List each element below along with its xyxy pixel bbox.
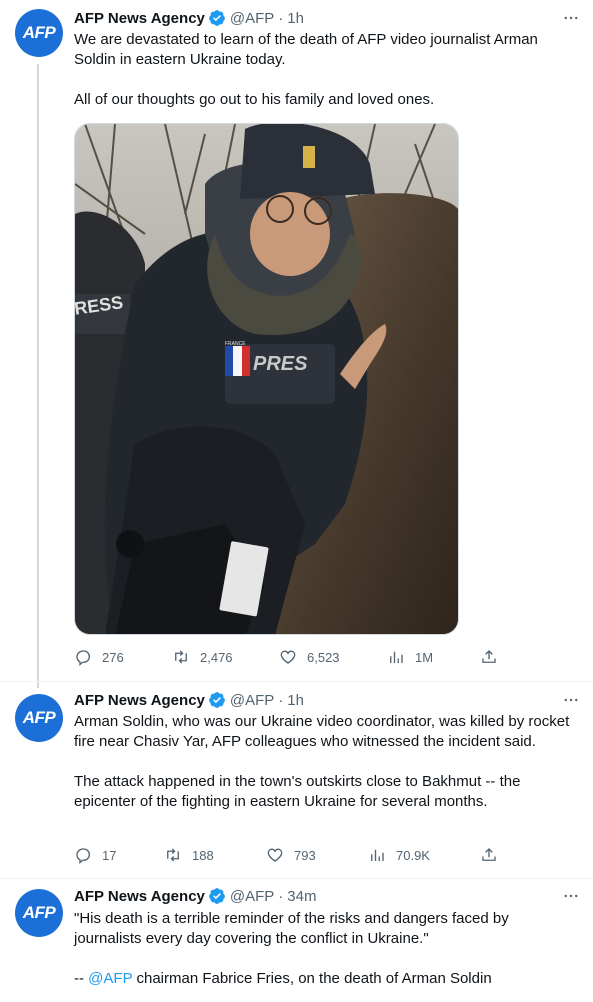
more-options-icon[interactable]: [561, 886, 581, 906]
reply-count: 276: [102, 649, 124, 665]
mention-link[interactable]: @AFP: [88, 970, 132, 987]
tweet-paragraph: The attack happened in the town's outski…: [74, 773, 521, 810]
photo-journalist-trench: RESS FRANCE PRES: [75, 124, 458, 634]
tweet-text: "His death is a terrible reminder of the…: [74, 909, 573, 989]
retweet-button[interactable]: 2,476: [172, 648, 233, 666]
views-count: 70.9K: [396, 847, 430, 863]
avatar[interactable]: AFP: [15, 694, 63, 742]
retweet-icon: [175, 650, 187, 664]
heart-icon: [280, 650, 296, 664]
reply-icon: [76, 650, 90, 666]
tweet[interactable]: AFP AFP News Agency @AFP · 1h Arman Sold…: [0, 681, 593, 878]
views-button[interactable]: 70.9K: [368, 846, 430, 864]
like-count: 6,523: [307, 649, 340, 665]
tweet-paragraph: "His death is a terrible reminder of the…: [74, 910, 509, 947]
thread-line: [37, 682, 39, 688]
more-options-icon[interactable]: [561, 690, 581, 710]
author-name[interactable]: AFP News Agency: [74, 692, 205, 709]
views-count: 1M: [415, 649, 434, 665]
more-options-icon[interactable]: [561, 8, 581, 28]
separator: ·: [278, 9, 284, 27]
heart-icon: [267, 848, 283, 862]
tweet-paragraph: We are devastated to learn of the death …: [74, 31, 538, 68]
tweet-actions: 276 2,476 6,523 1M: [74, 647, 504, 667]
retweet-count: 2,476: [200, 649, 233, 665]
reply-icon: [76, 848, 90, 864]
tweet-text: Arman Soldin, who was our Ukraine video …: [74, 712, 573, 812]
author-handle[interactable]: @AFP: [230, 10, 274, 27]
avatar[interactable]: AFP: [15, 9, 63, 57]
verified-badge-icon: [209, 888, 225, 904]
author-handle[interactable]: @AFP: [230, 888, 274, 905]
verified-badge-icon: [209, 692, 225, 708]
tweet[interactable]: AFP AFP News Agency @AFP · 1h We are dev…: [0, 0, 593, 681]
timestamp[interactable]: 34m: [287, 888, 316, 905]
retweet-button[interactable]: 188: [164, 846, 214, 864]
author-name[interactable]: AFP News Agency: [74, 888, 205, 905]
thread-line: [37, 64, 39, 681]
timestamp[interactable]: 1h: [287, 692, 304, 709]
tweet-paragraph: All of our thoughts go out to his family…: [74, 91, 435, 108]
author-name[interactable]: AFP News Agency: [74, 10, 205, 27]
quote-prefix: --: [74, 970, 89, 987]
tweet-paragraph: -- @AFP chairman Fabrice Fries, on the d…: [74, 969, 573, 989]
views-icon: [390, 651, 403, 663]
quote-suffix: chairman Fabrice Fries, on the death of …: [132, 970, 492, 987]
avatar[interactable]: AFP: [15, 889, 63, 937]
views-button[interactable]: 1M: [387, 648, 433, 666]
tweet-paragraph: Arman Soldin, who was our Ukraine video …: [74, 713, 570, 750]
vest-text-main: PRES: [253, 353, 308, 375]
author-handle[interactable]: @AFP: [230, 692, 274, 709]
views-icon: [371, 849, 384, 861]
share-button[interactable]: [480, 648, 498, 666]
verified-badge-icon: [209, 10, 225, 26]
separator: ·: [278, 691, 284, 709]
timestamp[interactable]: 1h: [287, 10, 304, 27]
tweet-actions: 17 188 793 70.9K: [74, 845, 504, 865]
tweet-text: We are devastated to learn of the death …: [74, 30, 573, 110]
tweet[interactable]: AFP AFP News Agency @AFP · 34m "His deat…: [0, 878, 593, 1002]
like-count: 793: [294, 847, 316, 863]
share-button[interactable]: [480, 846, 498, 864]
separator: ·: [278, 887, 284, 905]
reply-count: 17: [102, 847, 117, 863]
tweet-header: AFP News Agency @AFP · 34m: [74, 886, 581, 906]
like-button[interactable]: 6,523: [279, 648, 340, 666]
reply-button[interactable]: 276: [74, 648, 124, 666]
retweet-icon: [167, 848, 179, 862]
flag-label: FRANCE: [225, 341, 246, 347]
tweet-photo[interactable]: RESS FRANCE PRES: [74, 123, 459, 635]
share-icon: [482, 848, 496, 861]
like-button[interactable]: 793: [266, 846, 316, 864]
tweet-header: AFP News Agency @AFP · 1h: [74, 690, 581, 710]
reply-button[interactable]: 17: [74, 846, 116, 864]
retweet-count: 188: [192, 847, 214, 863]
share-icon: [482, 650, 496, 663]
tweet-header: AFP News Agency @AFP · 1h: [74, 8, 581, 28]
